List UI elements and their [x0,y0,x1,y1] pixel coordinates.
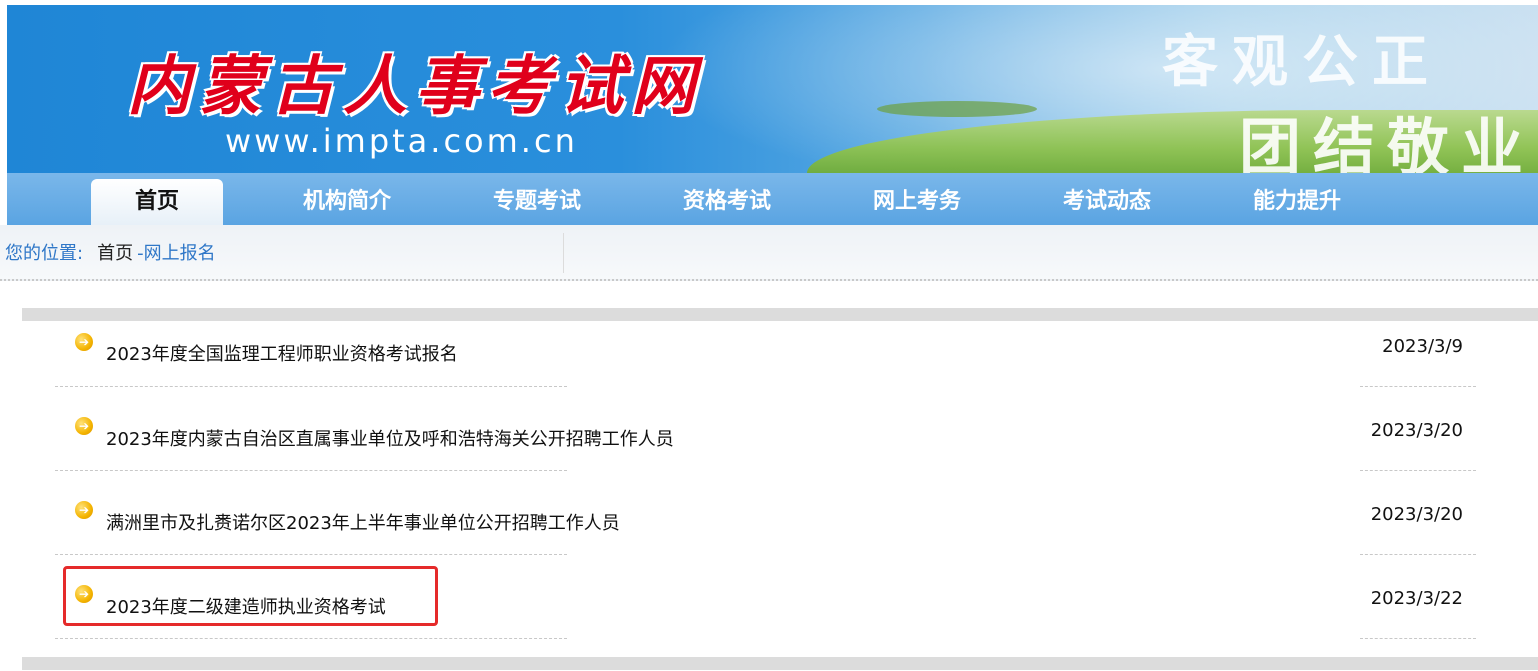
nav-item-qualification-exams[interactable]: 资格考试 [661,173,793,225]
list-item-date: 2023/3/20 [1370,504,1463,525]
nav-item-special-exams[interactable]: 专题考试 [471,173,603,225]
slogan-line-1: 客观公正 [1162,29,1442,95]
breadcrumb-bar: 您的位置: 首页 -网上报名 [0,225,1538,281]
list-item-title[interactable]: 2023年度内蒙古自治区直属事业单位及呼和浩特海关公开招聘工作人员 [106,425,674,451]
arrow-bullet-icon: ➔ [75,417,93,435]
row-divider [55,386,567,387]
arrow-bullet-icon: ➔ [75,501,93,519]
breadcrumb-label: 您的位置: [5,243,84,264]
list-item: ➔ 2023年度内蒙古自治区直属事业单位及呼和浩特海关公开招聘工作人员 2023… [0,405,1538,489]
nav-item-skill-improvement[interactable]: 能力提升 [1231,173,1363,225]
list-item: ➔ 2023年度全国监理工程师职业资格考试报名 2023/3/9 [0,321,1538,405]
site-logo-title: 内蒙古人事考试网 [127,49,703,124]
row-divider [1360,638,1476,639]
header-banner: 内蒙古人事考试网 www.impta.com.cn 客观公正 团结敬业 [7,5,1538,173]
row-divider [1360,386,1476,387]
grass-patch [877,101,1037,117]
nav-item-about[interactable]: 机构简介 [281,173,413,225]
breadcrumb-current[interactable]: -网上报名 [137,243,216,264]
row-divider [1360,554,1476,555]
breadcrumb-home-link[interactable]: 首页 [97,243,133,264]
row-divider [55,554,567,555]
breadcrumb: 您的位置: 首页 -网上报名 [5,239,216,265]
highlight-box [63,566,438,626]
row-divider [55,470,567,471]
nav-item-home[interactable]: 首页 [91,179,223,225]
list-bottom-bar [22,657,1538,670]
arrow-bullet-icon: ➔ [75,333,93,351]
row-divider [1360,470,1476,471]
site-url: www.impta.com.cn [225,122,578,160]
list-item-date: 2023/3/9 [1382,336,1463,357]
list-item-date: 2023/3/20 [1370,420,1463,441]
nav-item-online-affairs[interactable]: 网上考务 [851,173,983,225]
list-item-date: 2023/3/22 [1370,588,1463,609]
nav-item-exam-news[interactable]: 考试动态 [1041,173,1173,225]
list-top-bar [22,308,1538,321]
list-item-title[interactable]: 满洲里市及扎赉诺尔区2023年上半年事业单位公开招聘工作人员 [106,509,620,535]
list-item-title[interactable]: 2023年度全国监理工程师职业资格考试报名 [106,340,458,366]
main-nav: 首页 机构简介 专题考试 资格考试 网上考务 考试动态 能力提升 [7,173,1538,225]
slogan-line-2: 团结敬业 [1239,111,1536,173]
breadcrumb-divider [563,233,564,273]
row-divider [55,638,567,639]
list-item: ➔ 满洲里市及扎赉诺尔区2023年上半年事业单位公开招聘工作人员 2023/3/… [0,489,1538,573]
